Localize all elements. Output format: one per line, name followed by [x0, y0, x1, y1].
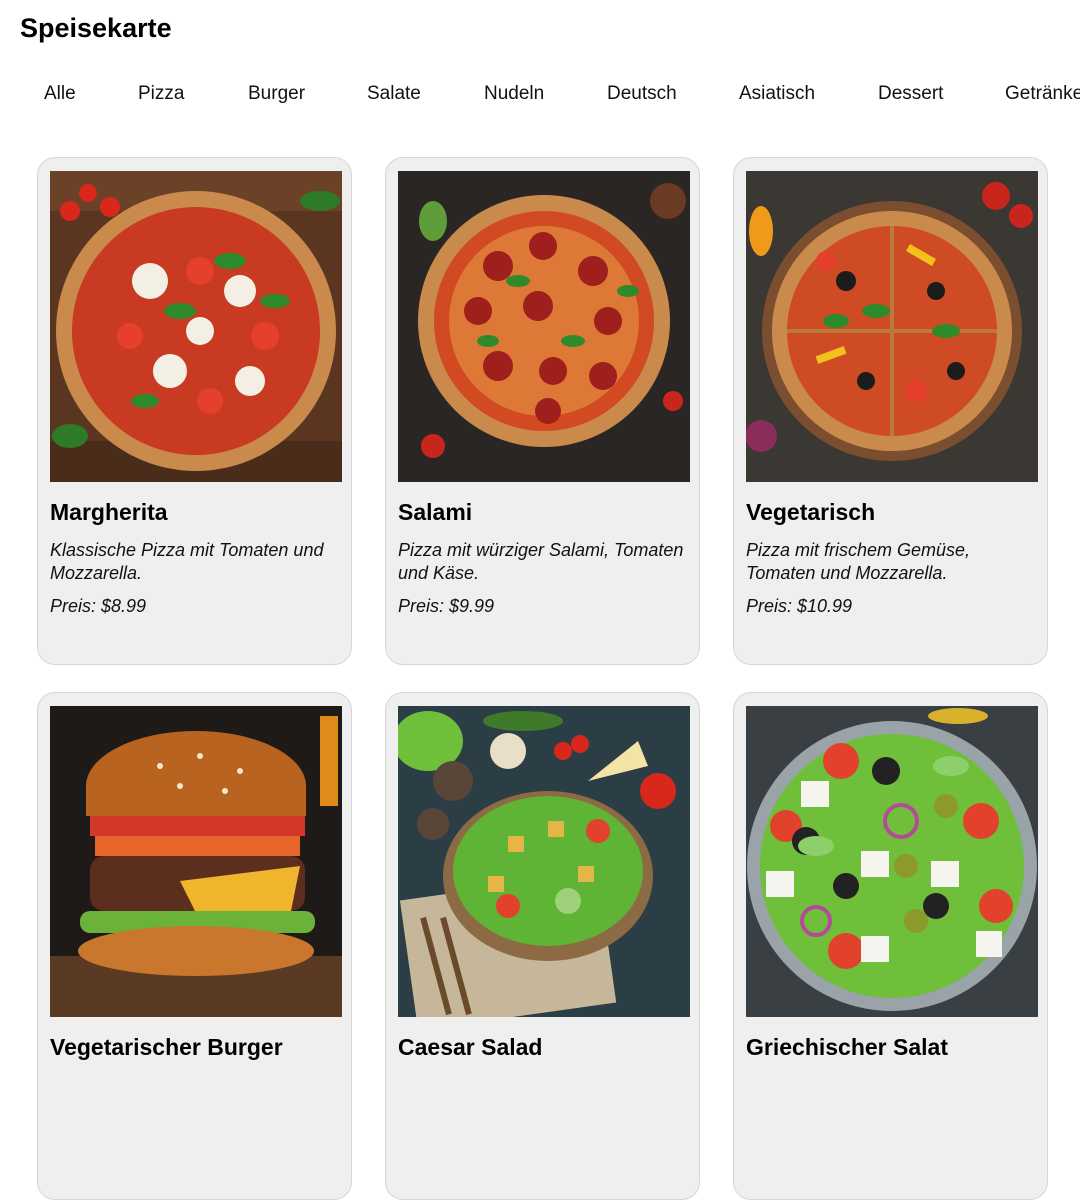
menu-item-name: Vegetarisch: [746, 499, 876, 525]
menu-item-price: Preis: $9.99: [398, 596, 495, 616]
menu-item-name: Griechischer Salat: [746, 1034, 948, 1060]
salami-pizza-image: [398, 171, 690, 482]
nav-item-dessert[interactable]: Dessert: [878, 80, 943, 108]
caesar-salad-image: [398, 706, 690, 1017]
nav-item-alle[interactable]: Alle: [44, 80, 76, 108]
vegetarian-pizza-image: [746, 171, 1038, 482]
menu-card-caesar-salad[interactable]: Caesar Salad: [385, 692, 700, 1200]
menu-item-name: Salami: [398, 499, 473, 525]
menu-card-griechischer-salat[interactable]: Griechischer Salat: [733, 692, 1048, 1200]
menu-item-name: Margherita: [50, 499, 168, 525]
greek-salad-image: [746, 706, 1038, 1017]
nav-item-burger[interactable]: Burger: [248, 80, 305, 108]
nav-item-nudeln[interactable]: Nudeln: [484, 80, 544, 108]
menu-item-description: Pizza mit frischem Gemüse, Tomaten und M…: [746, 540, 971, 583]
veggie-burger-image: [50, 706, 342, 1017]
nav-item-getraenke[interactable]: Getränke: [1005, 80, 1080, 108]
nav-item-salate[interactable]: Salate: [367, 80, 421, 108]
menu-card-salami[interactable]: Salami Pizza mit würziger Salami, Tomate…: [385, 157, 700, 665]
menu-item-name: Vegetarischer Burger: [50, 1034, 283, 1060]
menu-item-description: Klassische Pizza mit Tomaten und Mozzare…: [50, 540, 324, 583]
menu-card-vegetarischer-burger[interactable]: Vegetarischer Burger: [37, 692, 352, 1200]
category-nav: Alle Pizza Burger Salate Nudeln Deutsch …: [0, 80, 1080, 110]
margherita-pizza-image: [50, 171, 342, 482]
menu-item-price: Preis: $10.99: [746, 596, 853, 616]
menu-item-description: Pizza mit würziger Salami, Tomaten und K…: [398, 540, 684, 583]
menu-card-vegetarisch[interactable]: Vegetarisch Pizza mit frischem Gemüse, T…: [733, 157, 1048, 665]
nav-item-asiatisch[interactable]: Asiatisch: [739, 80, 815, 108]
nav-item-pizza[interactable]: Pizza: [138, 80, 184, 108]
menu-item-name: Caesar Salad: [398, 1034, 543, 1060]
page-title: Speisekarte: [20, 13, 172, 43]
nav-item-deutsch[interactable]: Deutsch: [607, 80, 677, 108]
menu-item-price: Preis: $8.99: [50, 596, 147, 616]
menu-card-margherita[interactable]: Margherita Klassische Pizza mit Tomaten …: [37, 157, 352, 665]
